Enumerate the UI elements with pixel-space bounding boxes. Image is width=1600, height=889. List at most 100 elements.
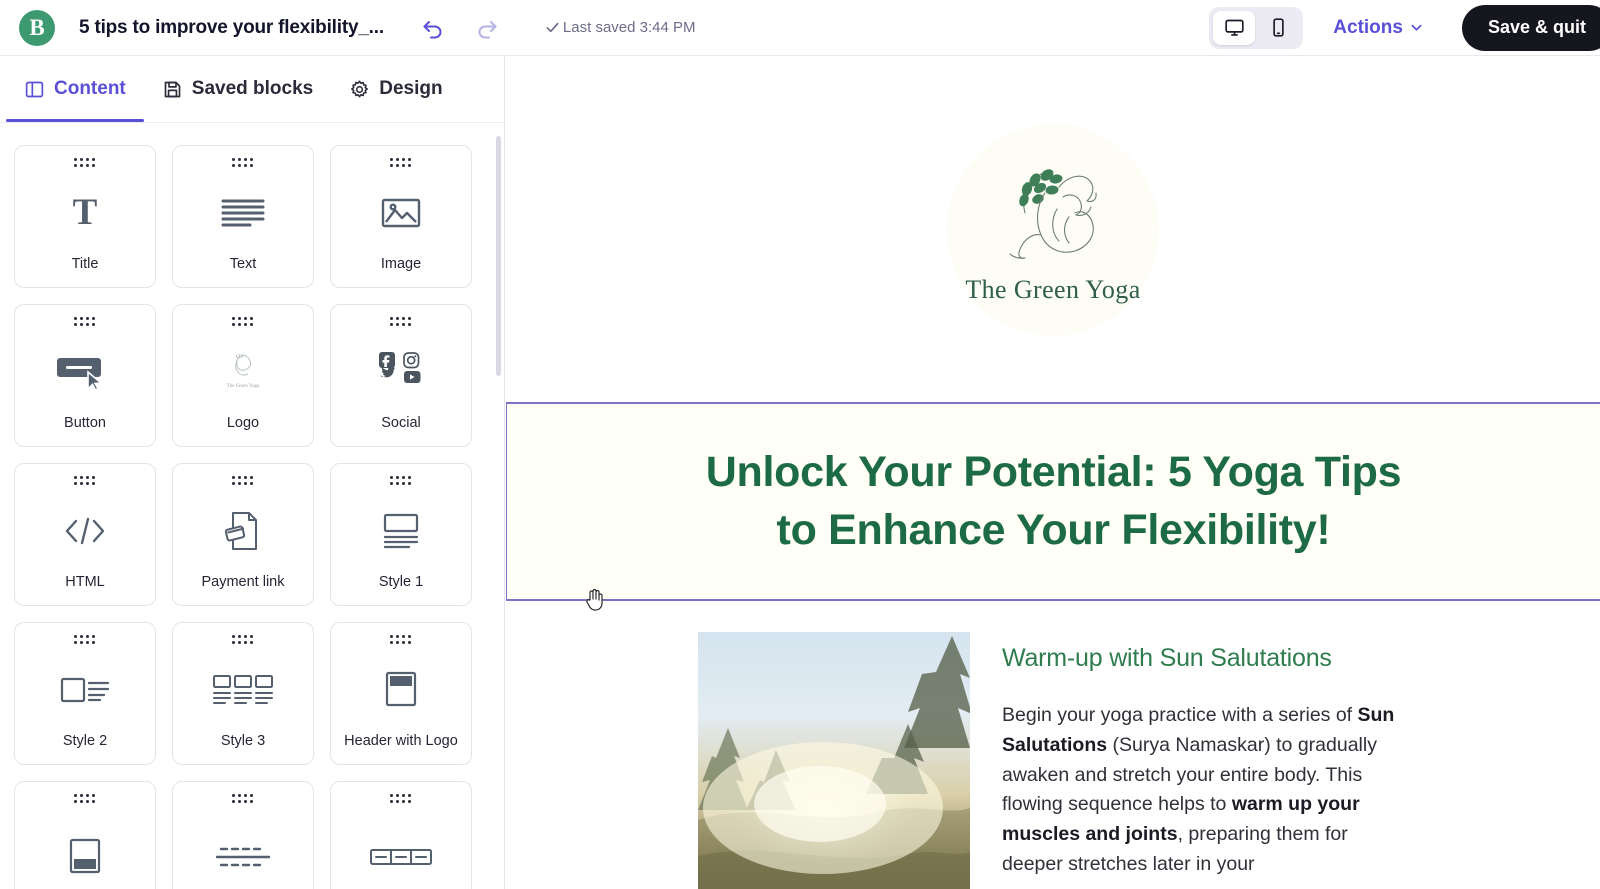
three-cell-row-icon [331, 804, 471, 889]
mobile-preview-button[interactable] [1257, 11, 1299, 45]
document-title[interactable]: 5 tips to improve your flexibility_... [79, 17, 384, 39]
panel-layout-icon [24, 79, 45, 100]
layout-image-over-text-icon [331, 486, 471, 575]
drag-handle-icon[interactable] [232, 317, 254, 327]
drag-handle-icon[interactable] [74, 158, 96, 168]
code-brackets-icon [15, 486, 155, 575]
logo-card: The Green Yoga [947, 123, 1159, 336]
text-lines-icon [173, 168, 313, 257]
drag-handle-icon[interactable] [232, 476, 254, 486]
gear-icon [349, 79, 370, 100]
undo-arrow-icon [421, 16, 445, 40]
email-content-block[interactable]: Warm-up with Sun Salutations Begin your … [506, 601, 1600, 889]
block-tile-label: Text [229, 256, 257, 273]
block-tile-label: Social [381, 415, 421, 432]
email-headline-block[interactable]: Unlock Your Potential: 5 Yoga Tips to En… [506, 402, 1600, 611]
drag-handle-icon[interactable] [390, 476, 412, 486]
actions-label: Actions [1333, 16, 1403, 38]
drag-handle-icon[interactable] [232, 158, 254, 168]
tab-design-label: Design [379, 78, 443, 99]
block-tile-html[interactable]: HTML [14, 463, 156, 606]
block-tile-button[interactable]: Button [14, 304, 156, 447]
logo-placeholder-icon: The Green Yoga [173, 327, 313, 416]
picture-mountain-icon [331, 168, 471, 257]
last-saved-status: Last saved 3:44 PM [544, 19, 696, 36]
drag-handle-icon[interactable] [74, 317, 96, 327]
block-tile-text[interactable]: Text [172, 145, 314, 288]
check-icon [544, 19, 561, 36]
brevo-brand-logo[interactable]: B [19, 9, 55, 46]
drag-handle-icon[interactable] [74, 794, 96, 804]
actions-menu-button[interactable]: Actions [1333, 17, 1424, 39]
device-preview-toggle [1209, 6, 1304, 49]
drag-handle-icon[interactable] [390, 158, 412, 168]
tab-content[interactable]: Content [6, 56, 144, 122]
block-tile-label: Header with Logo [344, 733, 458, 750]
block-tile-label: Style 1 [378, 574, 424, 591]
logo-wordmark: The Green Yoga [965, 274, 1141, 304]
email-logo-block[interactable]: The Green Yoga [506, 57, 1600, 402]
desktop-monitor-icon [1224, 17, 1245, 38]
serif-T-title-icon: T [72, 192, 98, 234]
chevron-down-icon [1409, 20, 1424, 35]
tab-content-label: Content [54, 78, 126, 99]
block-library-sidebar: Content Saved blocks Design T Title Text… [0, 56, 505, 889]
email-text-column: Warm-up with Sun Salutations Begin your … [1002, 632, 1402, 889]
drag-handle-icon[interactable] [232, 635, 254, 645]
last-saved-label: Last saved 3:44 PM [562, 19, 696, 36]
drag-handle-icon[interactable] [232, 794, 254, 804]
block-palette: T Title Text Image Button The Green Yoga… [0, 123, 504, 889]
drag-handle-icon[interactable] [74, 476, 96, 486]
block-tile-style-2[interactable]: Style 2 [14, 622, 156, 765]
block-tile-divider[interactable] [172, 781, 314, 889]
block-tile-logo[interactable]: The Green Yoga Logo [172, 304, 314, 447]
block-tile-style-1[interactable]: Style 1 [330, 463, 472, 606]
layout-header-bar-top-icon [331, 645, 471, 734]
top-toolbar: B 5 tips to improve your flexibility_...… [0, 0, 1600, 56]
brand-logo-letter: B [29, 15, 45, 40]
save-and-quit-label: Save & quit [1487, 17, 1586, 37]
button-with-cursor-icon [15, 327, 155, 416]
block-tile-social[interactable]: Social [330, 304, 472, 447]
tab-saved-blocks-label: Saved blocks [191, 78, 314, 99]
floppy-disk-save-icon [162, 79, 183, 100]
section-paragraph: Begin your yoga practice with a series o… [1002, 704, 1395, 876]
tab-saved-blocks[interactable]: Saved blocks [144, 56, 331, 122]
misty-forest-sunrise-photo [698, 632, 970, 889]
block-tile-header-with-logo[interactable]: Header with Logo [330, 622, 472, 765]
block-tile-three-cell-row[interactable] [330, 781, 472, 889]
block-tile-label: HTML [65, 574, 105, 591]
block-tile-image[interactable]: Image [330, 145, 472, 288]
block-tile-label: Style 3 [220, 733, 266, 750]
redo-button[interactable] [470, 11, 504, 45]
drag-handle-icon[interactable] [74, 635, 96, 645]
block-tile-label: Button [64, 415, 106, 432]
undo-button[interactable] [416, 11, 450, 45]
headline-inner: Unlock Your Potential: 5 Yoga Tips to En… [674, 444, 1434, 558]
desktop-preview-button[interactable] [1213, 10, 1256, 45]
drag-handle-icon[interactable] [390, 635, 412, 645]
layout-three-columns-icon [173, 645, 313, 734]
block-tile-label: Payment link [201, 574, 285, 591]
redo-arrow-icon [475, 16, 499, 40]
instagram-icon [403, 351, 420, 368]
block-tile-label: Title [71, 256, 99, 273]
divider-line-icon [173, 804, 313, 889]
svg-text:The Green Yoga: The Green Yoga [227, 384, 260, 389]
tab-design[interactable]: Design [331, 56, 460, 122]
drag-handle-icon[interactable] [390, 794, 412, 804]
yoga-figure-with-leaves-logo [977, 155, 1129, 273]
block-tile-title[interactable]: T Title [14, 145, 156, 288]
block-tile-footer-with-logo[interactable] [14, 781, 156, 889]
save-and-quit-button[interactable]: Save & quit [1461, 4, 1600, 51]
block-tile-style-3[interactable]: Style 3 [172, 622, 314, 765]
sidebar-scrollbar[interactable] [496, 136, 501, 376]
facebook-icon [379, 351, 395, 368]
twitter-icon [380, 366, 396, 377]
headline-line-2: to Enhance Your Flexibility! [776, 505, 1331, 554]
block-tile-payment-link[interactable]: Payment link [172, 463, 314, 606]
drag-handle-icon[interactable] [390, 317, 412, 327]
block-tile-label: Logo [226, 415, 260, 432]
email-preview-canvas: The Green Yoga Unlock Your Potential: 5 … [506, 57, 1600, 889]
section-heading: Warm-up with Sun Salutations [1002, 644, 1332, 672]
